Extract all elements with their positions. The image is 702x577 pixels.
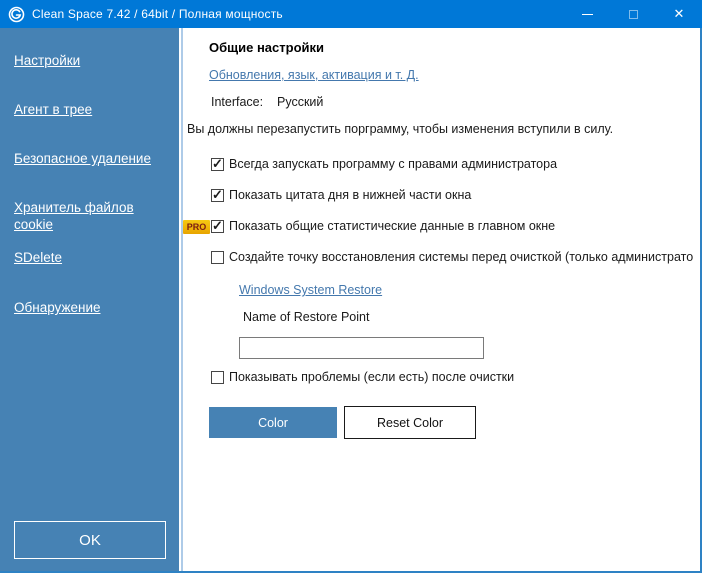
quote-of-day-label: Показать цитата дня в нижней части окна: [229, 188, 471, 202]
checkbox-row-statistics: Показать общие статистические данные в г…: [211, 219, 555, 233]
window-bottom-border: [0, 571, 702, 573]
ok-button[interactable]: OK: [14, 521, 166, 559]
checkbox-row-restore-point: Создайте точку восстановления системы пе…: [211, 250, 693, 264]
app-logo-icon: [8, 6, 25, 23]
updates-language-link[interactable]: Обновления, язык, активация и т. Д.: [209, 68, 419, 82]
checkbox-row-quote-of-day: Показать цитата дня в нижней части окна: [211, 188, 471, 202]
minimize-icon: [582, 14, 593, 15]
close-icon: ✕: [674, 6, 685, 22]
restore-point-checkbox[interactable]: [211, 251, 224, 264]
restore-point-checkbox-label: Создайте точку восстановления системы пе…: [229, 250, 693, 264]
sidebar-item-secure-delete[interactable]: Безопасное удаление: [14, 150, 151, 167]
app-window: Clean Space 7.42 / 64bit / Полная мощнос…: [0, 0, 702, 577]
show-problems-checkbox[interactable]: [211, 371, 224, 384]
close-button[interactable]: ✕: [656, 0, 702, 28]
window-title: Clean Space 7.42 / 64bit / Полная мощнос…: [32, 7, 283, 21]
pro-badge: PRO: [183, 220, 210, 234]
checkbox-row-run-as-admin: Всегда запускать программу с правами адм…: [211, 157, 557, 171]
reset-color-button[interactable]: Reset Color: [344, 406, 476, 439]
windows-system-restore-link[interactable]: Windows System Restore: [239, 283, 382, 297]
color-button[interactable]: Color: [209, 407, 337, 438]
window-controls: ✕: [564, 0, 702, 28]
statistics-checkbox[interactable]: [211, 220, 224, 233]
run-as-admin-checkbox[interactable]: [211, 158, 224, 171]
sidebar-item-settings[interactable]: Настройки: [14, 52, 80, 69]
statistics-label: Показать общие статистические данные в г…: [229, 219, 555, 233]
restart-notice: Вы должны перезапустить порграмму, чтобы…: [187, 122, 613, 136]
sidebar: Настройки Агент в трее Безопасное удален…: [0, 28, 179, 571]
show-problems-label: Показывать проблемы (если есть) после оч…: [229, 370, 514, 384]
settings-panel: Общие настройки Обновления, язык, актива…: [181, 28, 700, 571]
title-bar: Clean Space 7.42 / 64bit / Полная мощнос…: [0, 0, 702, 28]
maximize-button[interactable]: [610, 0, 656, 28]
interface-label: Interface:: [211, 95, 263, 109]
sidebar-item-sdelete[interactable]: SDelete: [14, 249, 62, 266]
run-as-admin-label: Всегда запускать программу с правами адм…: [229, 157, 557, 171]
sidebar-item-tray-agent[interactable]: Агент в трее: [14, 101, 92, 118]
minimize-button[interactable]: [564, 0, 610, 28]
restore-point-name-label: Name of Restore Point: [243, 310, 369, 324]
page-title: Общие настройки: [209, 40, 324, 55]
sidebar-item-cookie-keeper[interactable]: Хранитель файлов cookie: [14, 199, 169, 233]
maximize-icon: [629, 10, 638, 19]
checkbox-row-show-problems: Показывать проблемы (если есть) после оч…: [211, 370, 514, 384]
restore-point-name-input[interactable]: [239, 337, 484, 359]
quote-of-day-checkbox[interactable]: [211, 189, 224, 202]
interface-value: Русский: [277, 95, 323, 109]
sidebar-item-detection[interactable]: Обнаружение: [14, 299, 101, 316]
window-bottom-padding: [0, 573, 702, 577]
